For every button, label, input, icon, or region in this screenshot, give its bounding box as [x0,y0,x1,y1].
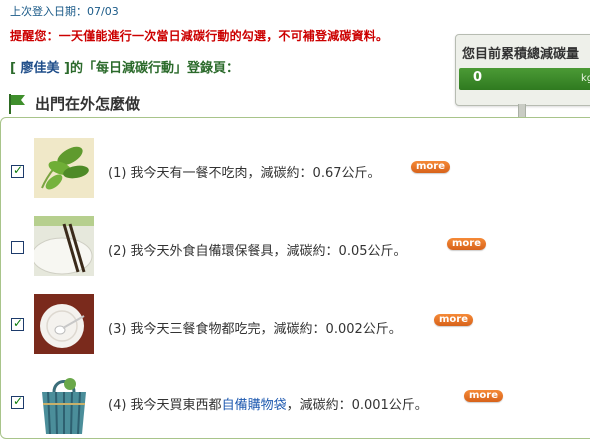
check-icon: ✓ [13,163,24,177]
more-button-2[interactable]: more [447,238,487,250]
total-reduction-panel: 您目前累積總減碳量 0 kg [455,34,590,106]
reminder-notice: 提醒您：一天僅能進行一次當日減碳行動的勾選，不可補登減碳資料。 [10,29,389,43]
own-bag-link[interactable]: 自備購物袋 [222,398,287,413]
item-text-2: (2) 我今天外食自備環保餐具，減碳約：0.05公斤。 [108,244,407,259]
total-reduction-title: 您目前累積總減碳量 [462,47,580,62]
item-text-1: (1) 我今天有一餐不吃肉，減碳約：0.67公斤。 [108,166,381,181]
more-button-1[interactable]: more [411,161,451,173]
last-login-date: 上次登入日期：07/03 [10,5,119,18]
total-reduction-bar: 0 kg [459,68,590,90]
more-button-4[interactable]: more [464,390,504,402]
user-name: 廖佳美 [20,61,60,76]
checkbox-item-1[interactable]: ✓ [11,163,24,178]
item-text-4-after: ，減碳約：0.001公斤。 [286,398,428,413]
item-text-4: (4) 我今天買東西都自備購物袋，減碳約：0.001公斤。 [108,394,428,413]
check-icon: ✓ [13,394,24,408]
list-item: ✓ (1) 我今天有一餐不吃肉，減碳約：0.67公斤。 more [11,138,590,202]
shopping-bag-image [34,374,94,434]
list-item: (2) 我今天外食自備環保餐具，減碳約：0.05公斤。 more [11,216,590,280]
vegetable-image [34,138,94,198]
more-button-3[interactable]: more [434,314,474,326]
action-list-box: ✓ (1) 我今天有一餐不吃肉，減碳約：0.67公斤。 more (2) 我今天… [0,117,590,439]
total-reduction-value: 0 [473,70,483,85]
checkbox-item-4[interactable]: ✓ [11,394,24,409]
total-reduction-unit: kg [581,73,590,84]
page-title: [ 廖佳美 ]的「每日減碳行動」登錄頁： [10,57,239,76]
item-text-3: (3) 我今天三餐食物都吃完，減碳約：0.002公斤。 [108,322,402,337]
item-text-4-before: (4) 我今天買東西都 [108,398,222,413]
section-title: 出門在外怎麼做 [35,95,141,113]
checkbox-item-2[interactable] [11,241,24,254]
check-icon: ✓ [13,316,24,330]
chopsticks-image [34,216,94,276]
flag-icon [9,94,25,114]
page-title-prefix: [ [10,61,21,76]
checkbox-item-3[interactable]: ✓ [11,316,24,331]
empty-plate-image [34,294,94,354]
list-item: ✓ (4) 我今天買東西都自備購物袋，減碳約：0.001公斤。 more [11,374,590,438]
page-title-text: ]的「每日減碳行動」登錄頁： [59,61,239,76]
list-item: ✓ (3) 我今天三餐食物都吃完，減碳約：0.002公斤。 more [11,294,590,358]
